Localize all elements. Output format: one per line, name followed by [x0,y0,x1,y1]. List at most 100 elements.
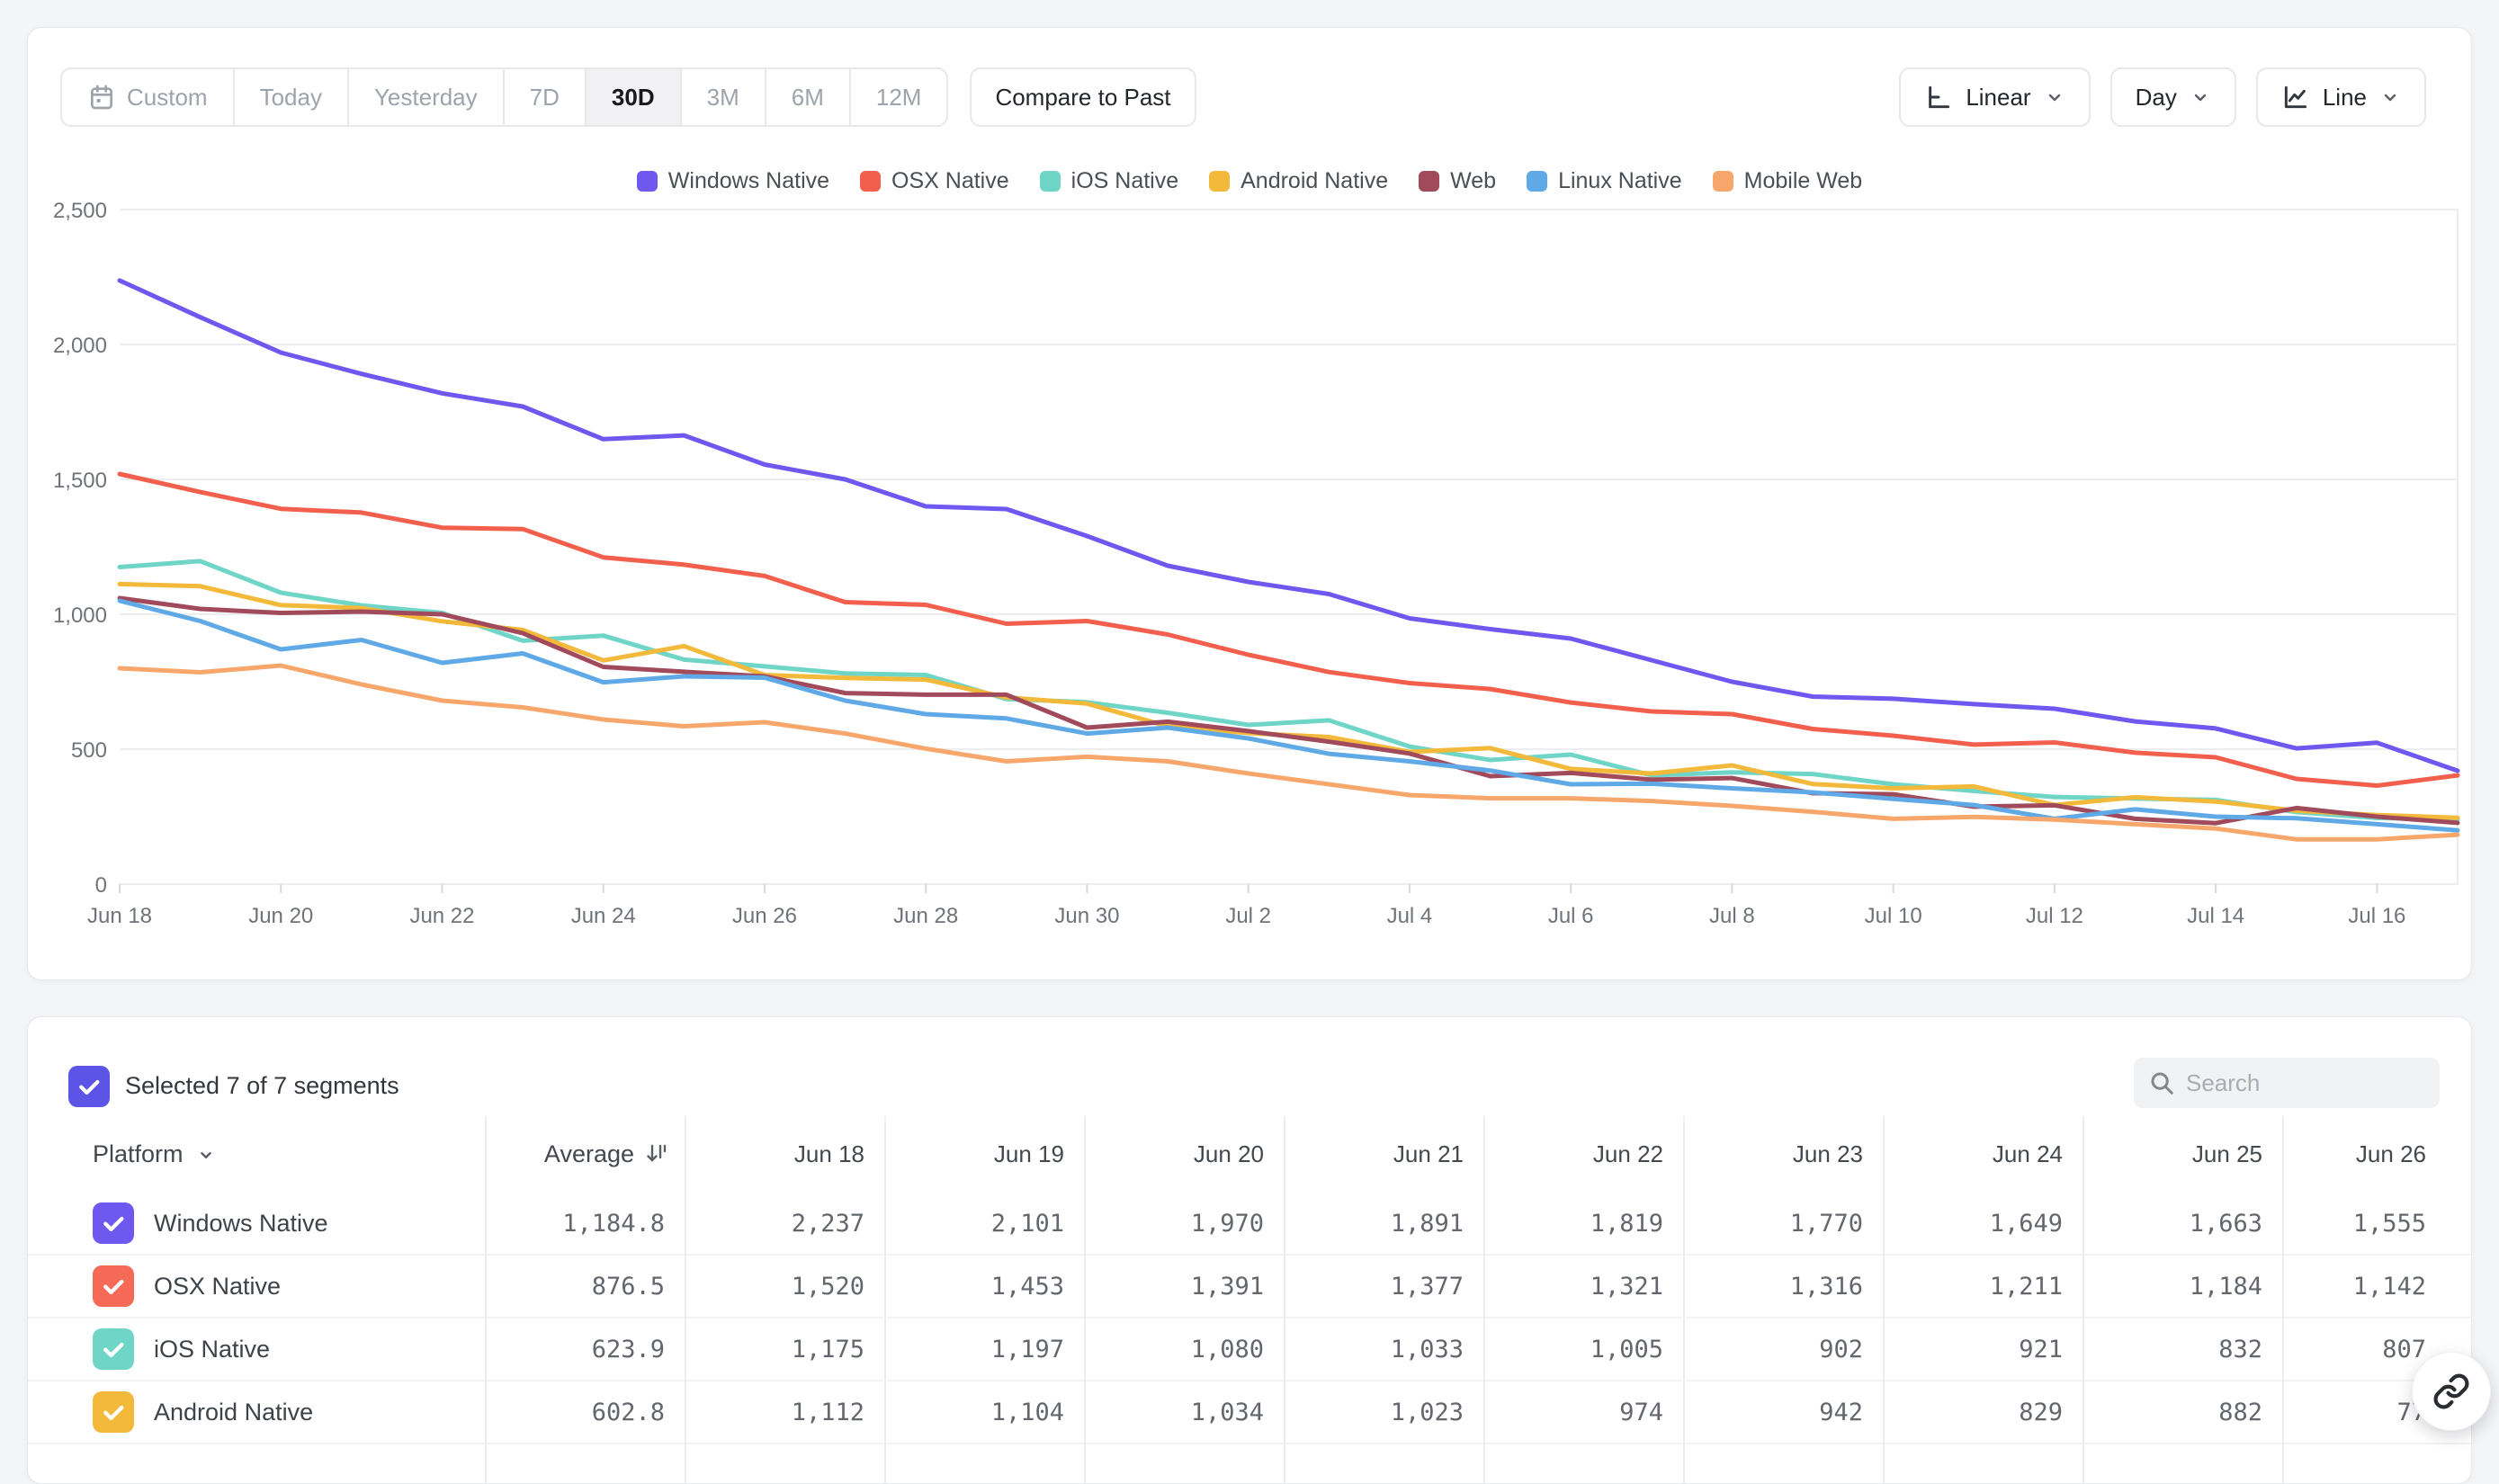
date-column-header[interactable]: Jun 19 [884,1140,1084,1168]
table-row: Android Native602.81,1121,1041,0341,0239… [28,1381,2472,1444]
column-separator [2282,1116,2284,1484]
value-cell: 1,080 [1084,1336,1284,1363]
svg-text:Jul 2: Jul 2 [1225,904,1271,928]
value-cell: 1,377 [1284,1273,1483,1301]
date-column-header[interactable]: Jun 26 [2282,1140,2472,1168]
svg-text:Jun 28: Jun 28 [893,904,958,928]
date-column-header[interactable]: Jun 21 [1284,1140,1483,1168]
average-cell: 1,184.8 [485,1210,685,1238]
segment-search[interactable] [2134,1058,2440,1108]
value-cell: 1,321 [1483,1273,1683,1301]
svg-text:Jun 26: Jun 26 [732,904,797,928]
series-line-osx-native [120,474,2458,786]
date-column-header[interactable]: Jun 23 [1683,1140,1883,1168]
value-cell: 921 [1883,1336,2082,1363]
search-icon [2148,1069,2175,1096]
segment-checkbox[interactable] [93,1265,134,1307]
column-separator [884,1116,886,1484]
chevron-down-icon [196,1145,216,1165]
value-cell: 1,663 [2082,1210,2282,1238]
column-separator [1084,1116,1086,1484]
average-cell: 876.5 [485,1273,685,1301]
sort-descending-icon [643,1141,670,1168]
svg-text:Jun 30: Jun 30 [1054,904,1119,928]
column-separator [1883,1116,1885,1484]
svg-text:2,500: 2,500 [53,199,107,223]
platform-header-label: Platform [93,1140,184,1168]
svg-text:Jul 12: Jul 12 [2026,904,2083,928]
platform-label: Android Native [154,1399,313,1426]
select-all-checkbox[interactable] [68,1066,110,1107]
svg-text:500: 500 [71,738,107,763]
segment-checkbox[interactable] [93,1202,134,1244]
value-cell: 1,970 [1084,1210,1284,1238]
platform-column-header[interactable]: Platform [28,1140,485,1168]
value-cell: 1,891 [1284,1210,1483,1238]
value-cell: 882 [2082,1399,2282,1426]
platform-cell: iOS Native [28,1328,485,1370]
svg-text:Jun 20: Jun 20 [248,904,313,928]
column-separator [685,1116,686,1484]
segments-card: Selected 7 of 7 segments Platform Averag… [27,1016,2472,1484]
svg-text:Jul 14: Jul 14 [2187,904,2244,928]
column-separator [1683,1116,1685,1484]
share-link-button[interactable] [2412,1352,2491,1431]
value-cell: 902 [1683,1336,1883,1363]
column-separator [485,1116,487,1484]
chart-card: CustomTodayYesterday7D30D3M6M12M Compare… [27,27,2472,980]
value-cell: 1,104 [884,1399,1084,1426]
platform-cell: Windows Native [28,1202,485,1244]
platform-label: Windows Native [154,1210,328,1238]
value-cell: 1,520 [685,1273,884,1301]
value-cell: 2,101 [884,1210,1084,1238]
date-column-header[interactable]: Jun 20 [1084,1140,1284,1168]
date-column-header[interactable]: Jun 24 [1883,1140,2082,1168]
series-line-windows-native [120,281,2458,771]
svg-text:Jun 22: Jun 22 [409,904,474,928]
svg-text:Jul 10: Jul 10 [1865,904,1922,928]
date-column-header[interactable]: Jun 25 [2082,1140,2282,1168]
value-cell: 1,197 [884,1336,1084,1363]
selected-segments-summary: Selected 7 of 7 segments [125,1072,399,1100]
svg-text:2,000: 2,000 [53,334,107,358]
average-cell: 623.9 [485,1336,685,1363]
average-header-label: Average [544,1140,634,1168]
svg-text:Jul 8: Jul 8 [1709,904,1755,928]
value-cell: 1,453 [884,1273,1084,1301]
segments-table-header: Platform Average Jun 18Jun 19Jun 20Jun 2… [28,1116,2472,1193]
segment-checkbox[interactable] [93,1391,134,1433]
svg-text:0: 0 [95,873,107,898]
search-input[interactable] [2186,1069,2425,1097]
date-column-header[interactable]: Jun 22 [1483,1140,1683,1168]
platform-label: OSX Native [154,1273,281,1301]
value-cell: 1,649 [1883,1210,2082,1238]
svg-text:1,000: 1,000 [53,603,107,628]
value-cell: 1,005 [1483,1336,1683,1363]
value-cell: 1,819 [1483,1210,1683,1238]
segment-checkbox[interactable] [93,1328,134,1370]
link-icon [2432,1372,2470,1410]
column-separator [1284,1116,1285,1484]
average-cell: 602.8 [485,1399,685,1426]
average-column-header[interactable]: Average [485,1140,685,1168]
svg-text:Jul 6: Jul 6 [1548,904,1594,928]
value-cell: 1,023 [1284,1399,1483,1426]
svg-text:Jul 4: Jul 4 [1387,904,1433,928]
value-cell: 1,184 [2082,1273,2282,1301]
platform-cell: Android Native [28,1391,485,1433]
svg-text:Jun 18: Jun 18 [87,904,152,928]
value-cell: 832 [2082,1336,2282,1363]
value-cell: 1,555 [2282,1210,2472,1238]
platform-cell: OSX Native [28,1265,485,1307]
svg-text:Jun 24: Jun 24 [571,904,636,928]
column-separator [2082,1116,2084,1484]
date-column-header[interactable]: Jun 18 [685,1140,884,1168]
value-cell: 1,211 [1883,1273,2082,1301]
value-cell: 1,175 [685,1336,884,1363]
segments-table-body: Windows Native 1,184.82,2372,1011,9701,89… [28,1193,2472,1444]
value-cell: 1,142 [2282,1273,2472,1301]
platform-label: iOS Native [154,1336,270,1363]
table-row: iOS Native623.91,1751,1971,0801,0331,005… [28,1319,2472,1381]
value-cell: 1,391 [1084,1273,1284,1301]
value-cell: 2,237 [685,1210,884,1238]
